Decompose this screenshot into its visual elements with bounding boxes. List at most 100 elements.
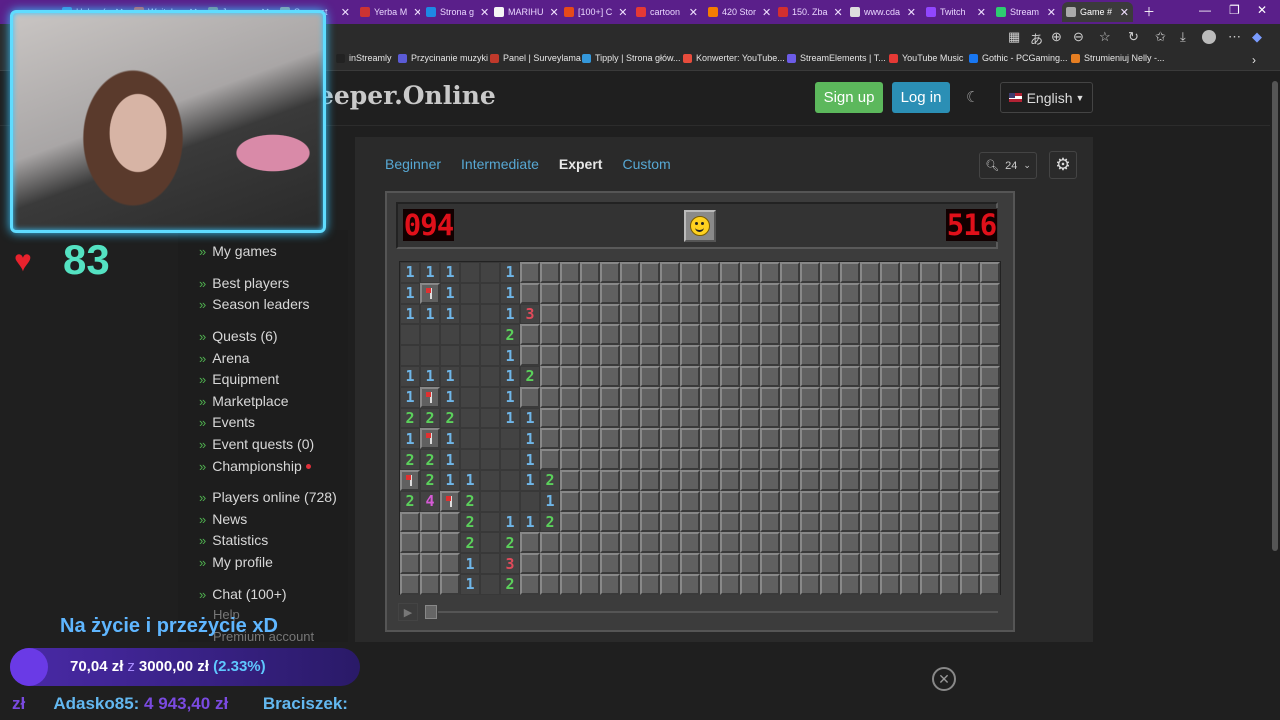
close-tab-icon[interactable]: ✕ [901, 6, 916, 19]
closed-cell[interactable] [760, 345, 780, 366]
number-cell[interactable]: 2 [500, 573, 520, 595]
closed-cell[interactable] [760, 386, 780, 408]
closed-cell[interactable] [540, 324, 560, 346]
closed-cell[interactable] [540, 449, 560, 470]
closed-cell[interactable] [400, 511, 420, 533]
closed-cell[interactable] [960, 511, 980, 533]
closed-cell[interactable] [880, 553, 900, 574]
closed-cell[interactable] [540, 282, 560, 304]
closed-cell[interactable] [860, 469, 880, 491]
number-cell[interactable]: 2 [500, 532, 520, 554]
closed-cell[interactable] [840, 449, 860, 470]
sidebar-item[interactable]: » Quests (6) [199, 328, 278, 344]
maximize-icon[interactable]: ❐ [1229, 3, 1240, 17]
closed-cell[interactable] [940, 365, 960, 387]
close-tab-icon[interactable]: ✕ [544, 6, 559, 19]
closed-cell[interactable] [560, 262, 580, 283]
closed-cell[interactable] [600, 345, 620, 366]
closed-cell[interactable] [620, 532, 640, 554]
open-cell[interactable] [480, 469, 500, 491]
closed-cell[interactable] [680, 469, 700, 491]
number-cell[interactable]: 1 [440, 262, 460, 283]
closed-cell[interactable] [700, 449, 720, 470]
number-cell[interactable]: 1 [520, 511, 540, 533]
sidebar-item[interactable]: » Players online (728) [199, 489, 337, 505]
closed-cell[interactable] [720, 407, 740, 429]
zoom-icon[interactable]: ⊕ [1051, 29, 1062, 45]
number-cell[interactable]: 1 [520, 428, 540, 450]
closed-cell[interactable] [580, 407, 600, 429]
closed-cell[interactable] [720, 345, 740, 366]
download-icon[interactable]: ⤓ [1180, 29, 1186, 45]
closed-cell[interactable] [880, 428, 900, 450]
closed-cell[interactable] [980, 345, 1000, 366]
closed-cell[interactable] [600, 573, 620, 595]
closed-cell[interactable] [640, 469, 660, 491]
closed-cell[interactable] [580, 428, 600, 450]
closed-cell[interactable] [820, 365, 840, 387]
closed-cell[interactable] [660, 262, 680, 283]
close-tab-icon[interactable]: ✕ [1114, 6, 1129, 19]
closed-cell[interactable] [560, 282, 580, 304]
closed-cell[interactable] [920, 386, 940, 408]
open-cell[interactable] [460, 324, 480, 346]
number-cell[interactable]: 1 [420, 262, 440, 283]
number-cell[interactable]: 2 [440, 407, 460, 429]
closed-cell[interactable] [680, 303, 700, 325]
closed-cell[interactable] [600, 407, 620, 429]
closed-cell[interactable] [840, 428, 860, 450]
open-cell[interactable] [420, 324, 440, 346]
closed-cell[interactable] [940, 345, 960, 366]
closed-cell[interactable] [540, 428, 560, 450]
closed-cell[interactable] [660, 511, 680, 533]
closed-cell[interactable] [620, 573, 640, 595]
closed-cell[interactable] [940, 532, 960, 554]
number-cell[interactable]: 2 [420, 407, 440, 429]
closed-cell[interactable] [840, 386, 860, 408]
closed-cell[interactable] [900, 324, 920, 346]
closed-cell[interactable] [700, 282, 720, 304]
closed-cell[interactable] [620, 449, 640, 470]
closed-cell[interactable] [920, 573, 940, 595]
closed-cell[interactable] [900, 532, 920, 554]
closed-cell[interactable] [660, 407, 680, 429]
closed-cell[interactable] [680, 386, 700, 408]
number-cell[interactable]: 1 [440, 282, 460, 304]
signup-button[interactable]: Sign up [815, 82, 883, 113]
closed-cell[interactable] [400, 532, 420, 554]
sidebar-item[interactable]: » Chat (100+) [199, 586, 287, 602]
sidebar-item[interactable]: » Arena [199, 350, 250, 366]
closed-cell[interactable] [640, 428, 660, 450]
number-cell[interactable]: 1 [420, 365, 440, 387]
closed-cell[interactable] [760, 282, 780, 304]
number-cell[interactable]: 1 [500, 262, 520, 283]
browser-tab[interactable]: Game # ✕ [1062, 2, 1133, 22]
closed-cell[interactable] [960, 407, 980, 429]
sidebar-item[interactable]: » Equipment [199, 371, 279, 387]
closed-cell[interactable] [740, 262, 760, 283]
closed-cell[interactable] [640, 282, 660, 304]
closed-cell[interactable] [820, 407, 840, 429]
closed-cell[interactable] [540, 386, 560, 408]
open-cell[interactable] [460, 282, 480, 304]
closed-cell[interactable] [760, 511, 780, 533]
closed-cell[interactable] [620, 324, 640, 346]
closed-cell[interactable] [920, 262, 940, 283]
open-cell[interactable] [460, 345, 480, 366]
closed-cell[interactable] [400, 553, 420, 574]
closed-cell[interactable] [900, 428, 920, 450]
closed-cell[interactable] [600, 386, 620, 408]
closed-cell[interactable] [620, 511, 640, 533]
closed-cell[interactable] [740, 428, 760, 450]
closed-cell[interactable] [900, 303, 920, 325]
page-scrollbar[interactable] [1270, 71, 1280, 720]
open-cell[interactable] [460, 303, 480, 325]
closed-cell[interactable] [540, 553, 560, 574]
close-tab-icon[interactable]: ✕ [474, 6, 488, 19]
closed-cell[interactable] [840, 262, 860, 283]
browser-tab[interactable]: 420 Stor ✕ [704, 2, 772, 22]
closed-cell[interactable] [900, 573, 920, 595]
number-cell[interactable]: 1 [400, 262, 420, 283]
close-window-icon[interactable]: ✕ [1257, 3, 1267, 17]
closed-cell[interactable] [860, 303, 880, 325]
